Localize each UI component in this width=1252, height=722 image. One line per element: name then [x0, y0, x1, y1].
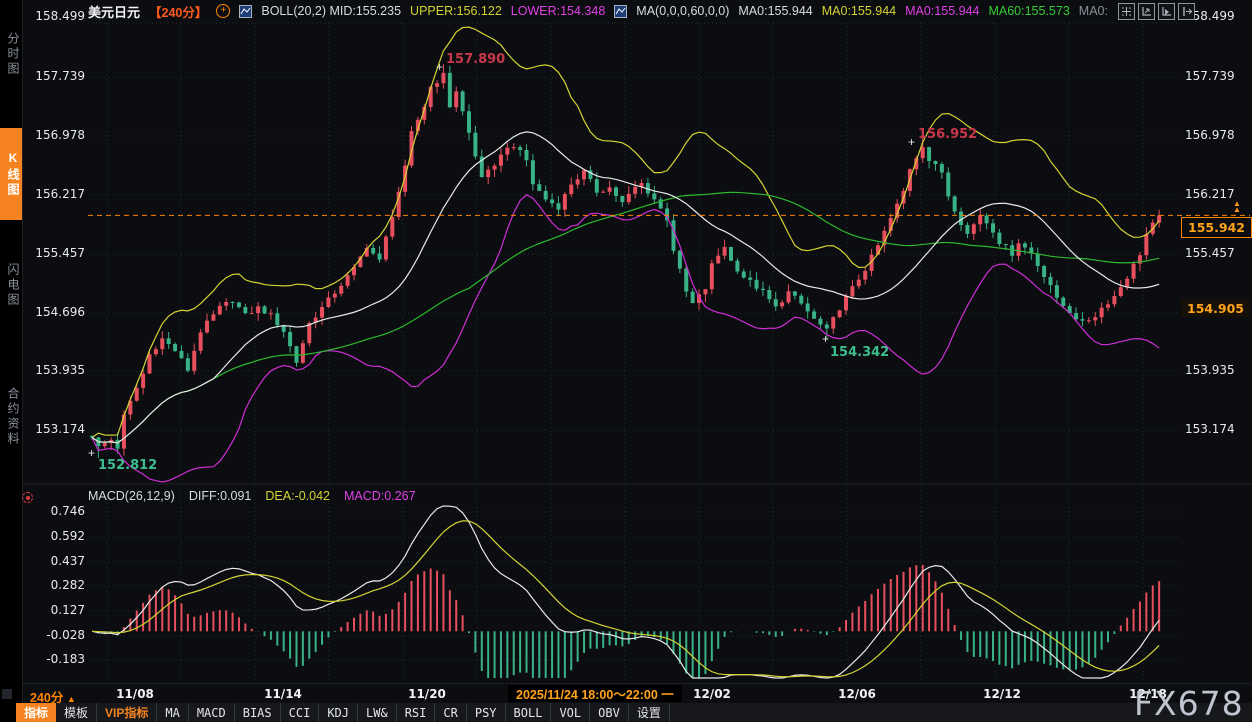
symbol-title: 美元日元 — [88, 2, 140, 21]
trading-app-window: 分时图 K线图 闪电图 合约资料 美元日元 【240分】 + BOLL(20,2… — [0, 0, 1252, 722]
add-indicator-icon[interactable]: + — [216, 4, 230, 18]
tab-rsi[interactable]: RSI — [397, 703, 436, 722]
left-sidebar: 分时图 K线图 闪电图 合约资料 — [0, 0, 23, 703]
price-tick: 158.499 — [35, 9, 85, 23]
tab-kdj[interactable]: KDJ — [319, 703, 358, 722]
sidebar-item-kline-chart[interactable]: K线图 — [0, 128, 22, 220]
macd-tick: 0.592 — [51, 529, 85, 543]
annotation-low: 152.812 — [98, 458, 157, 473]
price-tick: 154.696 — [35, 305, 85, 319]
date-tick: 12/12 — [983, 687, 1021, 701]
tab-lwr[interactable]: LW& — [358, 703, 397, 722]
boll-chart-icon[interactable] — [239, 5, 252, 18]
price-tick: 156.217 — [1185, 187, 1235, 201]
tab-vol[interactable]: VOL — [551, 703, 590, 722]
ma-chart-icon[interactable] — [614, 5, 627, 18]
low-marker-cross: + — [88, 448, 95, 458]
price-tick: 156.978 — [1185, 128, 1235, 142]
macd-header: MACD(26,12,9) DIFF:0.091 DEA:-0.042 MACD… — [88, 489, 416, 503]
macd-params: MACD(26,12,9) — [88, 489, 175, 503]
price-tick: 153.935 — [35, 363, 85, 377]
date-tick: 12/02 — [693, 687, 731, 701]
high-marker-cross: + — [436, 62, 443, 72]
ma0-empty-value: MA0: — [1079, 4, 1108, 18]
price-tick: 157.739 — [35, 69, 85, 83]
crosshair-icon[interactable] — [1118, 3, 1135, 20]
date-tick: 11/14 — [264, 687, 302, 701]
tab-bias[interactable]: BIAS — [235, 703, 281, 722]
macd-tick: 0.282 — [51, 578, 85, 592]
macd-tick: -0.183 — [46, 652, 85, 666]
boll-upper-value: UPPER:156.122 — [410, 4, 502, 18]
price-tick: 153.174 — [35, 422, 85, 436]
fx678-watermark: FX678 — [1134, 684, 1244, 722]
price-tick: 157.739 — [1185, 69, 1235, 83]
selected-bar-time-label: 2025/11/24 18:00～22:00 一 — [508, 685, 682, 702]
annotation-swing-low: 154.342 — [830, 345, 889, 360]
boll-values: BOLL(20,2) MID:155.235 — [261, 4, 401, 18]
macd-tick: -0.028 — [46, 628, 85, 642]
ma60-value: MA60:155.573 — [988, 4, 1069, 18]
scale-up-icon[interactable] — [1138, 3, 1155, 20]
current-price-marker-icon: ▲▲ — [1233, 201, 1241, 213]
indicator-toolbar: 指标 模板 VIP指标 MA MACD BIAS CCI KDJ LW& RSI… — [0, 703, 1252, 722]
price-tick: 153.174 — [1185, 422, 1235, 436]
boll-lower-value: LOWER:154.348 — [511, 4, 606, 18]
ma0-magenta-value: MA0:155.944 — [905, 4, 979, 18]
tab-boll[interactable]: BOLL — [506, 703, 552, 722]
macd-tick: 0.437 — [51, 554, 85, 568]
sidebar-item-contract-info[interactable]: 合约资料 — [0, 356, 22, 478]
price-tick: 155.457 — [1185, 246, 1235, 260]
tab-ma[interactable]: MA — [157, 703, 188, 722]
ma0-yellow-value: MA0:155.944 — [822, 4, 896, 18]
current-price-badge: 155.942 — [1181, 217, 1252, 238]
resize-handle[interactable] — [0, 703, 16, 722]
sidebar-item-timeline-chart[interactable]: 分时图 — [0, 8, 22, 100]
macd-dea-value: DEA:-0.042 — [265, 489, 330, 503]
tab-templates[interactable]: 模板 — [56, 703, 97, 722]
tab-vip-indicators[interactable]: VIP指标 — [97, 703, 157, 722]
price-tick: 156.978 — [35, 128, 85, 142]
macd-tick: 0.746 — [51, 504, 85, 518]
price-tick: 153.935 — [1185, 363, 1235, 377]
date-tick: 11/08 — [116, 687, 154, 701]
macd-value: MACD:0.267 — [344, 489, 416, 503]
price-tick: 156.217 — [35, 187, 85, 201]
price-tick: 155.457 — [35, 246, 85, 260]
tab-psy[interactable]: PSY — [467, 703, 506, 722]
time-axis: 240分 ▲ 11/08 11/14 11/20 12/02 12/06 12/… — [0, 683, 1252, 704]
pan-right-icon[interactable] — [1178, 3, 1195, 20]
chart-tool-icons — [1118, 3, 1195, 20]
candlestick-chart-canvas[interactable] — [0, 0, 1252, 722]
secondary-price-badge: 154.905 — [1181, 299, 1250, 317]
swing-low-marker-cross: + — [822, 334, 829, 344]
chart-header: 美元日元 【240分】 + BOLL(20,2) MID:155.235 UPP… — [88, 0, 1108, 22]
macd-diff-value: DIFF:0.091 — [189, 489, 252, 503]
annotation-swing-high: 156.952 — [918, 127, 977, 142]
tab-macd[interactable]: MACD — [189, 703, 235, 722]
sidebar-item-flash-chart[interactable]: 闪电图 — [0, 238, 22, 332]
annotation-high: 157.890 — [446, 52, 505, 67]
date-tick: 11/20 — [408, 687, 446, 701]
tab-indicators[interactable]: 指标 — [16, 703, 56, 722]
period-label: 【240分】 — [149, 2, 207, 21]
ma-params: MA(0,0,0,60,0,0) — [636, 4, 729, 18]
swing-high-marker-cross: + — [908, 137, 915, 147]
scale-right-icon[interactable] — [1158, 3, 1175, 20]
macd-tick: 0.127 — [51, 603, 85, 617]
ma0-white-value: MA0:155.944 — [738, 4, 812, 18]
tab-obv[interactable]: OBV — [590, 703, 629, 722]
indicator-settings-icon[interactable] — [22, 492, 33, 503]
date-tick: 12/06 — [838, 687, 876, 701]
tab-cci[interactable]: CCI — [281, 703, 320, 722]
tab-settings[interactable]: 设置 — [629, 703, 670, 722]
tab-cr[interactable]: CR — [435, 703, 466, 722]
